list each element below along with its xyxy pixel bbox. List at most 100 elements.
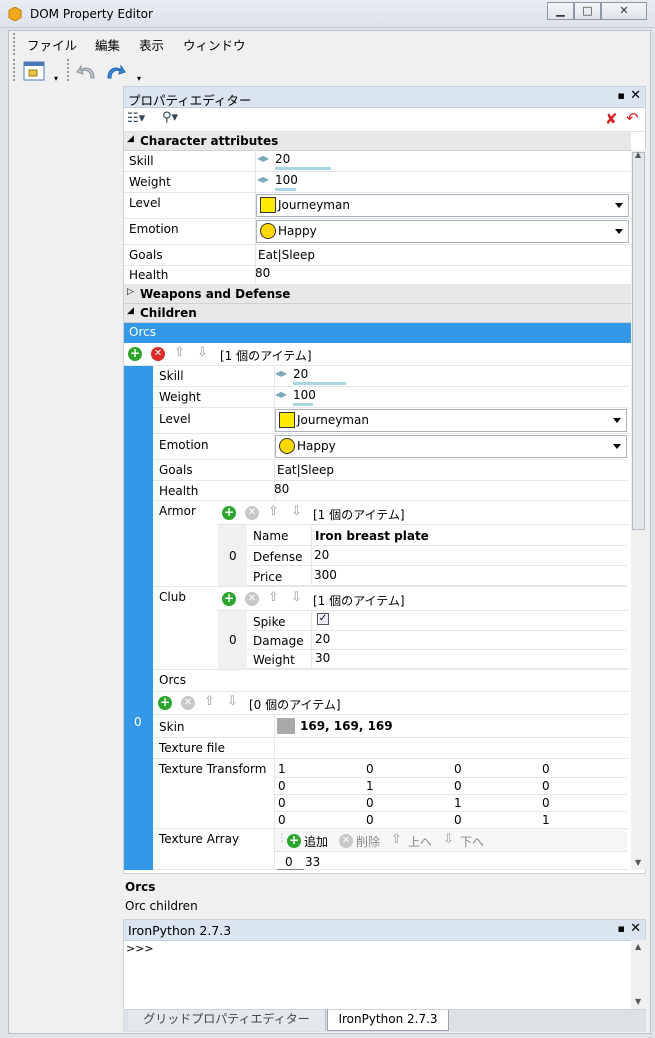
property-row[interactable]: Emotion Happy	[153, 434, 628, 460]
property-value[interactable]: 100	[293, 388, 316, 402]
property-value[interactable]: 169, 169, 169	[300, 719, 393, 733]
undo-icon[interactable]	[76, 61, 98, 81]
close-panel-icon[interactable]: ✕	[630, 88, 641, 103]
delete-icon[interactable]: ✕	[245, 592, 259, 606]
delete-icon[interactable]: ✕	[339, 834, 353, 848]
toolbar-dropdown-icon[interactable]: ▾	[54, 74, 58, 83]
delete-button[interactable]: 削除	[356, 833, 380, 850]
slider-arrows-icon[interactable]: ◂▸	[257, 172, 269, 186]
matrix-cell[interactable]: 0	[542, 762, 550, 776]
property-row[interactable]: Weight 30	[247, 650, 627, 669]
spike-checkbox[interactable]: ✓	[317, 613, 329, 625]
scroll-down-icon[interactable]: ▼	[635, 997, 641, 1006]
matrix-cell[interactable]: 0	[366, 813, 374, 827]
dropdown-arrow-icon[interactable]	[615, 203, 623, 208]
delete-icon[interactable]: ✕	[151, 347, 165, 361]
move-down-icon[interactable]: ⇩	[227, 694, 238, 709]
property-value[interactable]: Eat|Sleep	[258, 248, 315, 262]
property-value[interactable]: 20	[275, 152, 290, 166]
skin-color-swatch[interactable]	[277, 718, 295, 734]
categorize-icon[interactable]: ☷▾	[127, 111, 145, 126]
slider-bar[interactable]	[293, 403, 313, 406]
add-icon[interactable]: +	[158, 696, 172, 710]
matrix-cell[interactable]: 0	[278, 796, 286, 810]
move-down-icon[interactable]: ⇩	[197, 345, 208, 360]
delete-icon[interactable]: ✕	[181, 696, 195, 710]
property-value[interactable]: 20	[293, 367, 308, 381]
emotion-combo[interactable]: Happy	[256, 220, 629, 243]
matrix-cell[interactable]: 0	[454, 813, 462, 827]
emotion-combo[interactable]: Happy	[275, 435, 627, 458]
scroll-up-icon[interactable]: ▲	[635, 150, 641, 159]
collapse-icon[interactable]: ◢	[127, 134, 134, 144]
close-window-button[interactable]: ✕	[601, 2, 647, 20]
slider-bar[interactable]	[275, 167, 331, 170]
matrix-cell[interactable]: 0	[278, 779, 286, 793]
scroll-down-icon[interactable]: ▼	[635, 858, 641, 867]
slider-arrows-icon[interactable]: ◂▸	[275, 387, 287, 401]
add-icon[interactable]: +	[128, 347, 142, 361]
expand-icon[interactable]: ▷	[127, 287, 134, 297]
slider-bar[interactable]	[275, 188, 296, 191]
pin-icon[interactable]: ▪	[618, 89, 625, 102]
property-row[interactable]: Emotion Happy	[124, 219, 631, 245]
nested-orcs-row[interactable]: Orcs	[153, 670, 628, 692]
matrix-cell[interactable]: 0	[366, 762, 374, 776]
move-down-icon[interactable]: ⇩	[291, 590, 302, 605]
toolbar-dropdown-icon-2[interactable]: ▾	[137, 74, 141, 83]
tab-grid-property-editor[interactable]: グリッドプロパティエディター	[128, 1010, 326, 1031]
category-character[interactable]: ◢ Character attributes	[124, 132, 631, 151]
dropdown-arrow-icon[interactable]	[613, 418, 621, 423]
slider-arrows-icon[interactable]: ◂▸	[275, 366, 287, 380]
menu-edit[interactable]: 編集	[95, 35, 120, 54]
matrix-cell[interactable]: 0	[278, 813, 286, 827]
property-row[interactable]: Skill ◂▸ 20	[124, 151, 631, 172]
property-value[interactable]: 20	[314, 548, 329, 562]
matrix-cell[interactable]: 0	[366, 796, 374, 810]
down-button[interactable]: 下へ	[460, 833, 484, 850]
property-row[interactable]: Name Iron breast plate	[247, 526, 627, 546]
close-panel-icon[interactable]: ✕	[630, 921, 641, 936]
move-down-icon[interactable]: ⇩	[291, 504, 302, 519]
property-row[interactable]: Goals Eat|Sleep	[153, 460, 628, 481]
dropdown-arrow-icon[interactable]	[615, 229, 623, 234]
property-row[interactable]: Skin 169, 169, 169	[153, 715, 628, 738]
property-row[interactable]: Level Journeyman	[124, 193, 631, 219]
move-up-icon[interactable]: ⇧	[391, 832, 402, 847]
property-value[interactable]: 30	[315, 651, 330, 665]
dropdown-arrow-icon[interactable]	[613, 444, 621, 449]
property-row[interactable]: Weight ◂▸ 100	[124, 172, 631, 193]
category-children[interactable]: ◢ Children	[124, 304, 631, 323]
pin-icon[interactable]: ▪	[618, 922, 625, 935]
property-row[interactable]: Health 80	[124, 266, 631, 285]
matrix-cell[interactable]: 1	[366, 779, 374, 793]
open-document-icon[interactable]	[23, 61, 45, 81]
slider-arrows-icon[interactable]: ◂▸	[257, 151, 269, 165]
property-row[interactable]: Level Journeyman	[153, 408, 628, 434]
property-row[interactable]: Defense 20	[247, 546, 627, 566]
menu-file[interactable]: ファイル	[27, 35, 77, 54]
reset-icon[interactable]: ✘	[605, 110, 618, 128]
add-button[interactable]: 追加	[304, 833, 328, 850]
property-row[interactable]: Weight ◂▸ 100	[153, 387, 628, 408]
property-row[interactable]: Skill ◂▸ 20	[153, 366, 628, 387]
property-row[interactable]: Goals Eat|Sleep	[124, 245, 631, 266]
matrix-cell[interactable]: 1	[542, 813, 550, 827]
search-icon[interactable]: ⚲▾	[162, 110, 178, 125]
tab-ironpython[interactable]: IronPython 2.7.3	[327, 1010, 449, 1031]
revert-icon[interactable]: ↶	[626, 109, 639, 127]
add-icon[interactable]: +	[287, 834, 301, 848]
property-value[interactable]: Iron breast plate	[315, 529, 429, 543]
property-value[interactable]: 20	[315, 632, 330, 646]
collapse-icon[interactable]: ◢	[127, 306, 134, 316]
move-up-icon[interactable]: ⇧	[268, 590, 279, 605]
property-row[interactable]: Texture file	[153, 738, 628, 759]
matrix-cell[interactable]: 0	[542, 779, 550, 793]
up-button[interactable]: 上へ	[408, 833, 432, 850]
level-combo[interactable]: Journeyman	[256, 194, 629, 217]
move-up-icon[interactable]: ⇧	[204, 694, 215, 709]
matrix-cell[interactable]: 1	[278, 762, 286, 776]
menu-view[interactable]: 表示	[139, 35, 164, 54]
property-value[interactable]: 100	[275, 173, 298, 187]
scroll-up-icon[interactable]: ▲	[635, 942, 641, 951]
